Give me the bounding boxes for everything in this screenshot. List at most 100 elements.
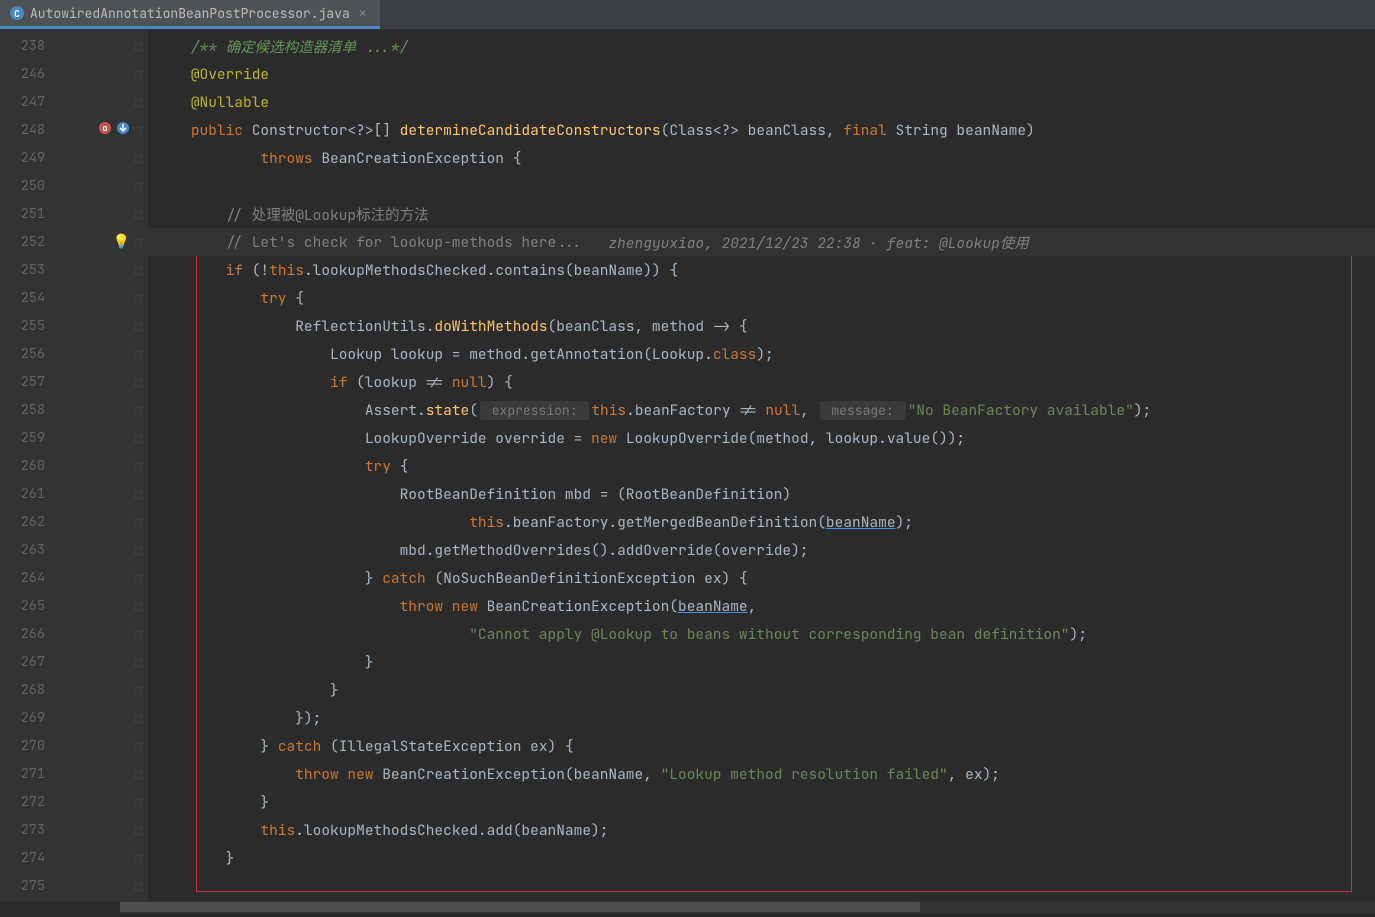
code-line[interactable]: } — [148, 648, 1375, 676]
intention-bulb-icon[interactable]: 💡 — [113, 233, 130, 251]
code-line[interactable]: if (lookup != null) { — [148, 368, 1375, 396]
code-line[interactable]: throw new BeanCreationException(beanName… — [148, 592, 1375, 620]
fold-icon[interactable] — [134, 37, 142, 56]
line-number[interactable]: 259 — [0, 429, 45, 447]
fold-icon[interactable] — [134, 877, 142, 896]
line-number[interactable]: 271 — [0, 765, 45, 783]
line-number[interactable]: 268 — [0, 681, 45, 699]
line-number[interactable]: 265 — [0, 597, 45, 615]
code-line[interactable]: try { — [148, 452, 1375, 480]
editor[interactable]: 238246247248o249250251252💡25325425525625… — [0, 30, 1375, 901]
line-number[interactable]: 272 — [0, 793, 45, 811]
line-number[interactable]: 270 — [0, 737, 45, 755]
code-line[interactable]: } catch (IllegalStateException ex) { — [148, 732, 1375, 760]
line-number[interactable]: 253 — [0, 261, 45, 279]
fold-icon[interactable] — [134, 709, 142, 728]
line-number[interactable]: 263 — [0, 541, 45, 559]
fold-icon[interactable] — [134, 317, 142, 336]
line-number[interactable]: 250 — [0, 177, 45, 195]
fold-icon[interactable] — [134, 793, 142, 812]
line-number[interactable]: 246 — [0, 65, 45, 83]
code-line[interactable]: } catch (NoSuchBeanDefinitionException e… — [148, 564, 1375, 592]
line-number[interactable]: 255 — [0, 317, 45, 335]
code-line[interactable]: @Nullable — [148, 88, 1375, 116]
line-number[interactable]: 252 — [0, 233, 45, 251]
line-number[interactable]: 274 — [0, 849, 45, 867]
line-number[interactable]: 248 — [0, 121, 45, 139]
line-number[interactable]: 267 — [0, 653, 45, 671]
code-line[interactable]: this.lookupMethodsChecked.add(beanName); — [148, 816, 1375, 844]
line-number[interactable]: 258 — [0, 401, 45, 419]
fold-icon[interactable] — [134, 849, 142, 868]
line-number[interactable]: 273 — [0, 821, 45, 839]
code-line[interactable]: } — [148, 844, 1375, 872]
fold-icon[interactable] — [134, 597, 142, 616]
implements-icon[interactable] — [116, 121, 130, 140]
code-line[interactable]: throw new BeanCreationException(beanName… — [148, 760, 1375, 788]
line-number[interactable]: 266 — [0, 625, 45, 643]
fold-icon[interactable] — [134, 485, 142, 504]
line-number[interactable]: 247 — [0, 93, 45, 111]
scrollbar-thumb[interactable] — [120, 902, 920, 912]
line-number[interactable]: 256 — [0, 345, 45, 363]
fold-icon[interactable] — [134, 205, 142, 224]
fold-icon[interactable] — [134, 737, 142, 756]
code-line[interactable] — [148, 872, 1375, 900]
code-line[interactable]: LookupOverride override = new LookupOver… — [148, 424, 1375, 452]
code-line[interactable]: } — [148, 788, 1375, 816]
fold-icon[interactable] — [134, 177, 142, 196]
fold-icon[interactable] — [134, 569, 142, 588]
code-line[interactable]: // Let's check for lookup-methods here..… — [148, 228, 1375, 256]
fold-icon[interactable] — [134, 233, 142, 252]
fold-icon[interactable] — [134, 457, 142, 476]
close-icon[interactable]: × — [356, 6, 370, 20]
fold-icon[interactable] — [134, 149, 142, 168]
line-number[interactable]: 251 — [0, 205, 45, 223]
code-line[interactable]: try { — [148, 284, 1375, 312]
code-line[interactable]: Assert.state( expression: this.beanFacto… — [148, 396, 1375, 424]
fold-icon[interactable] — [134, 653, 142, 672]
fold-icon[interactable] — [134, 821, 142, 840]
fold-icon[interactable] — [134, 541, 142, 560]
fold-icon[interactable] — [134, 625, 142, 644]
code-line[interactable]: mbd.getMethodOverrides().addOverride(ove… — [148, 536, 1375, 564]
code-line[interactable]: Lookup lookup = method.getAnnotation(Loo… — [148, 340, 1375, 368]
line-number[interactable]: 260 — [0, 457, 45, 475]
fold-icon[interactable] — [134, 681, 142, 700]
line-number[interactable]: 264 — [0, 569, 45, 587]
code-line[interactable]: this.beanFactory.getMergedBeanDefinition… — [148, 508, 1375, 536]
code-line[interactable]: if (!this.lookupMethodsChecked.contains(… — [148, 256, 1375, 284]
line-number[interactable]: 257 — [0, 373, 45, 391]
fold-icon[interactable] — [134, 289, 142, 308]
code-line[interactable] — [148, 172, 1375, 200]
fold-icon[interactable] — [134, 121, 142, 140]
code-line[interactable]: }); — [148, 704, 1375, 732]
code-line[interactable]: throws BeanCreationException { — [148, 144, 1375, 172]
line-number[interactable]: 275 — [0, 877, 45, 895]
fold-icon[interactable] — [134, 429, 142, 448]
code-line[interactable]: RootBeanDefinition mbd = (RootBeanDefini… — [148, 480, 1375, 508]
line-number[interactable]: 261 — [0, 485, 45, 503]
line-number[interactable]: 269 — [0, 709, 45, 727]
override-icon[interactable]: o — [98, 121, 112, 140]
fold-icon[interactable] — [134, 373, 142, 392]
fold-icon[interactable] — [134, 65, 142, 84]
fold-icon[interactable] — [134, 513, 142, 532]
code-line[interactable]: @Override — [148, 60, 1375, 88]
line-number[interactable]: 262 — [0, 513, 45, 531]
code-line[interactable]: } — [148, 676, 1375, 704]
fold-icon[interactable] — [134, 261, 142, 280]
code-line[interactable]: ReflectionUtils.doWithMethods(beanClass,… — [148, 312, 1375, 340]
fold-icon[interactable] — [134, 765, 142, 784]
code-line[interactable]: /** 确定候选构造器清单 ...*/ — [148, 32, 1375, 60]
line-number[interactable]: 254 — [0, 289, 45, 307]
code-line[interactable]: public Constructor<?>[] determineCandida… — [148, 116, 1375, 144]
code-area[interactable]: /** 确定候选构造器清单 ...*/ @Override @Nullable … — [148, 30, 1375, 901]
line-number[interactable]: 238 — [0, 37, 45, 55]
fold-icon[interactable] — [134, 401, 142, 420]
horizontal-scrollbar[interactable] — [120, 901, 1375, 913]
fold-icon[interactable] — [134, 93, 142, 112]
file-tab[interactable]: C AutowiredAnnotationBeanPostProcessor.j… — [0, 0, 380, 29]
code-line[interactable]: // 处理被@Lookup标注的方法 — [148, 200, 1375, 228]
fold-icon[interactable] — [134, 345, 142, 364]
